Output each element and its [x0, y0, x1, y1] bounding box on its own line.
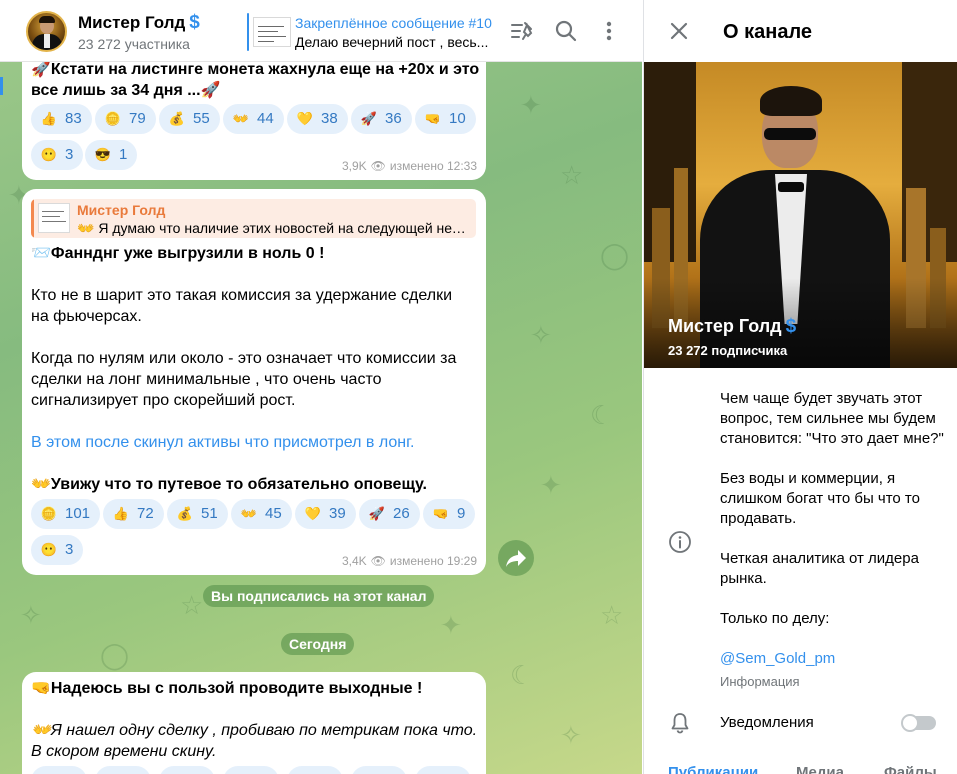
- unread-indicator: [0, 77, 3, 95]
- close-icon[interactable]: [668, 20, 690, 42]
- info-icon: [668, 530, 692, 554]
- pinned-title: Закреплённое сообщение #10: [295, 15, 492, 31]
- reaction-chip[interactable]: [287, 766, 343, 774]
- notifications-toggle[interactable]: [901, 714, 936, 732]
- reaction-chip[interactable]: 😎 1: [85, 140, 138, 170]
- channel-title[interactable]: Мистер Голд $: [78, 12, 200, 34]
- channel-info-panel: О канале Мистер Голд $ 23 272 подписчика …: [643, 0, 957, 774]
- message-bubble[interactable]: 🤜Надеюсь вы с пользой проводите выходные…: [22, 672, 486, 774]
- message-link[interactable]: В этом после скинул активы что присмотре…: [31, 432, 481, 453]
- reaction-chip[interactable]: [415, 766, 471, 774]
- edited-time: изменено 19:29: [389, 554, 477, 568]
- date-divider: Сегодня: [281, 633, 355, 655]
- reply-author: Мистер Голд: [77, 202, 166, 218]
- message-meta: 3,4K 👁 изменено 19:29: [342, 554, 477, 568]
- tab-media[interactable]: Медиа: [796, 764, 844, 774]
- subscriber-count: 23 272 подписчика: [668, 343, 788, 358]
- channel-photo[interactable]: Мистер Голд $ 23 272 подписчика: [644, 62, 957, 368]
- pinned-thumbnail: [253, 17, 291, 47]
- reaction-chip[interactable]: 😶 3: [31, 140, 84, 170]
- reaction-chip[interactable]: 👐 44: [223, 104, 284, 134]
- message-bubble[interactable]: 🚀Кстати на листинге монета жахнула еще н…: [22, 50, 486, 180]
- message-text: 📨Фаннднг уже выгрузили в ноль 0 ! Кто не…: [31, 243, 481, 495]
- pin-list-icon[interactable]: [509, 17, 535, 45]
- reaction-chip[interactable]: [95, 766, 151, 774]
- reaction-chip[interactable]: 🤜 9: [423, 499, 476, 529]
- tab-publications[interactable]: Публикации: [668, 764, 758, 774]
- message-text: 🤜Надеюсь вы с пользой проводите выходные…: [31, 680, 478, 760]
- search-icon[interactable]: [553, 17, 579, 45]
- verified-dollar-icon: $: [785, 316, 797, 337]
- bell-icon: [668, 711, 692, 735]
- reaction-chip[interactable]: [223, 766, 279, 774]
- pinned-text: Делаю вечерний пост , весь...: [295, 34, 489, 50]
- info-label: Информация: [720, 674, 800, 689]
- more-vertical-icon[interactable]: [596, 17, 622, 45]
- eye-icon: 👁: [370, 159, 386, 173]
- reaction-chip[interactable]: 🚀 26: [359, 499, 420, 529]
- verified-dollar-icon: $: [189, 12, 200, 33]
- message-meta: 3,9K 👁 изменено 12:33: [342, 159, 477, 173]
- panel-title: О канале: [723, 21, 813, 43]
- reaction-chip[interactable]: 💛 38: [287, 104, 348, 134]
- reaction-chip[interactable]: 💰 51: [167, 499, 228, 529]
- reaction-chip[interactable]: [31, 766, 87, 774]
- eye-icon: 👁: [370, 554, 386, 568]
- chat-area: ✦ ☆ ◯ ✧ ☾ ✦ ☆ ✧ ◯ ✦ ☾ ☆ ✧ ✦ Мистер Голд $ 23 272…: [0, 0, 642, 774]
- reaction-chip[interactable]: 👐 45: [231, 499, 292, 529]
- forward-arrow-icon: [506, 550, 526, 567]
- reaction-chip[interactable]: 😶 3: [31, 535, 84, 565]
- edited-time: изменено 12:33: [389, 159, 477, 173]
- channel-handle-link[interactable]: @Sem_Gold_pm: [720, 650, 835, 667]
- reaction-chip[interactable]: 👍 72: [103, 499, 164, 529]
- pinned-message-bar[interactable]: Закреплённое сообщение #10 Делаю вечерни…: [247, 13, 492, 51]
- view-count: 3,4K: [341, 554, 367, 568]
- reply-quote[interactable]: Мистер Голд 👐 Я думаю что наличие этих н…: [31, 199, 476, 238]
- notifications-label: Уведомления: [720, 714, 814, 731]
- reaction-chip[interactable]: [159, 766, 215, 774]
- message-text: 🚀Кстати на листинге монета жахнула еще н…: [31, 61, 480, 99]
- service-subscribed: Вы подписались на этот канал: [203, 585, 435, 607]
- member-count: 23 272 участника: [78, 36, 190, 52]
- reaction-chip[interactable]: 💰 55: [159, 104, 220, 134]
- reaction-chip[interactable]: 🤜 10: [415, 104, 476, 134]
- channel-avatar[interactable]: [26, 11, 67, 52]
- chat-header: Мистер Голд $ 23 272 участника Закреплённ…: [0, 0, 642, 62]
- view-count: 3,9K: [341, 159, 367, 173]
- message-bubble[interactable]: Мистер Голд 👐 Я думаю что наличие этих н…: [22, 189, 486, 575]
- forward-button[interactable]: [498, 540, 534, 576]
- reaction-chip[interactable]: 👍 83: [31, 104, 92, 134]
- reply-thumbnail: [38, 203, 70, 233]
- hero-channel-name: Мистер Голд $: [668, 316, 797, 337]
- reply-text: 👐 Я думаю что наличие этих новостей на с…: [77, 220, 472, 236]
- reaction-chip[interactable]: 🚀 36: [351, 104, 412, 134]
- reaction-chip[interactable]: 💛 39: [295, 499, 356, 529]
- reaction-chip[interactable]: [351, 766, 407, 774]
- channel-description: Чем чаще будет звучать этот вопрос, тем …: [720, 390, 944, 627]
- tab-files[interactable]: Файлы: [884, 764, 937, 774]
- reaction-chip[interactable]: 🪙 101: [31, 499, 101, 529]
- media-tabs: Публикации Медиа Файлы: [644, 762, 957, 774]
- reaction-chip[interactable]: 🪙 79: [95, 104, 156, 134]
